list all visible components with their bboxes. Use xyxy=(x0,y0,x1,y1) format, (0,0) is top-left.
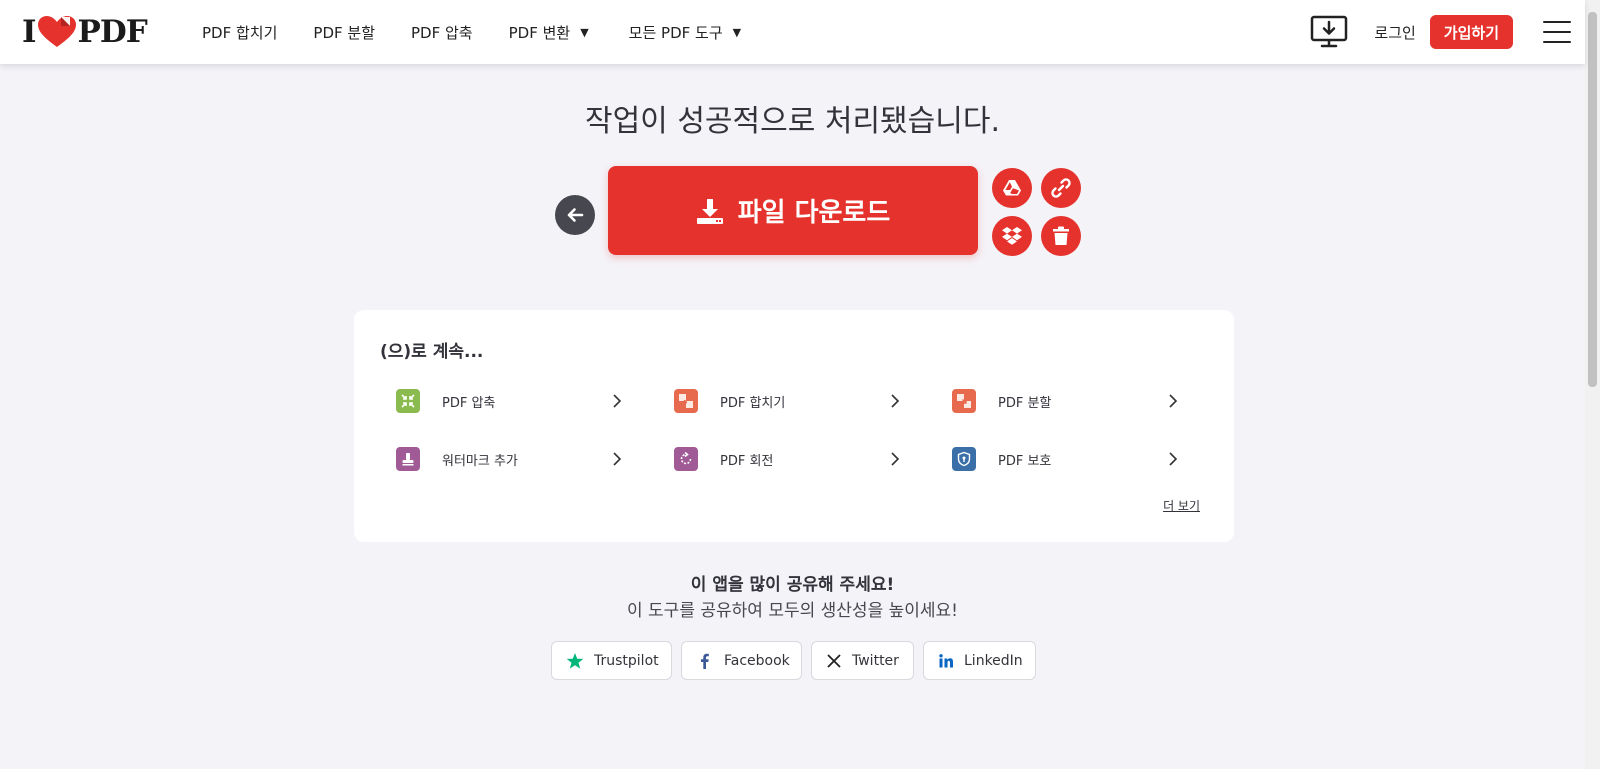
signup-button[interactable]: 가입하기 xyxy=(1429,15,1513,49)
facebook-button[interactable]: Facebook xyxy=(681,641,802,680)
chevron-right-icon xyxy=(1169,394,1178,408)
nav-all-tools[interactable]: 모든 PDF 도구 ▼ xyxy=(629,22,741,43)
chevron-right-icon xyxy=(613,452,622,466)
compress-icon xyxy=(396,389,420,413)
google-drive-icon xyxy=(1003,180,1021,196)
tool-compress-pdf[interactable]: PDF 압축 xyxy=(380,383,628,419)
tool-rotate-pdf[interactable]: PDF 회전 xyxy=(658,441,906,477)
chevron-right-icon xyxy=(891,394,900,408)
nav-split-pdf[interactable]: PDF 분할 xyxy=(313,22,375,43)
see-more-link[interactable]: 더 보기 xyxy=(1163,497,1200,514)
shield-icon xyxy=(952,447,976,471)
tool-label: PDF 합치기 xyxy=(720,395,786,411)
chevron-right-icon xyxy=(891,452,900,466)
logo-text-pdf: PDF xyxy=(77,14,148,50)
dropbox-icon xyxy=(1002,227,1022,245)
logo-letter-i: I xyxy=(22,14,36,50)
download-file-button[interactable]: 파일 다운로드 xyxy=(608,166,978,255)
tool-label: PDF 회전 xyxy=(720,453,774,469)
split-icon xyxy=(952,389,976,413)
social-label: Trustpilot xyxy=(594,652,659,669)
merge-icon xyxy=(674,389,698,413)
caret-down-icon: ▼ xyxy=(732,25,742,39)
back-button[interactable] xyxy=(555,195,595,235)
tool-protect-pdf[interactable]: PDF 보호 xyxy=(936,441,1184,477)
nav-compress-pdf[interactable]: PDF 압축 xyxy=(411,22,473,43)
top-header: I PDF PDF 합치기 PDF 분할 PDF 압축 PDF 변환 ▼ 모든 P… xyxy=(0,0,1585,64)
social-label: Facebook xyxy=(724,652,790,669)
linkedin-icon xyxy=(939,653,953,667)
tool-split-pdf[interactable]: PDF 분할 xyxy=(936,383,1184,419)
tool-merge-pdf[interactable]: PDF 합치기 xyxy=(658,383,906,419)
twitter-button[interactable]: Twitter xyxy=(811,641,914,680)
nav-label: PDF 분할 xyxy=(313,23,375,42)
page-scrollbar[interactable] xyxy=(1585,0,1600,769)
desktop-download-icon[interactable] xyxy=(1310,15,1348,49)
trustpilot-button[interactable]: Trustpilot xyxy=(551,641,672,680)
heart-icon xyxy=(37,16,76,47)
caret-down-icon: ▼ xyxy=(580,25,589,39)
dropbox-button[interactable] xyxy=(992,216,1032,256)
continue-title: (으)로 계속... xyxy=(380,342,484,362)
page-title: 작업이 성공적으로 처리됐습니다. xyxy=(584,104,1000,139)
facebook-icon xyxy=(701,653,709,669)
menu-line xyxy=(1543,21,1571,23)
download-icon xyxy=(696,198,723,224)
chevron-right-icon xyxy=(1169,452,1178,466)
login-link[interactable]: 로그인 xyxy=(1374,22,1415,43)
google-drive-button[interactable] xyxy=(992,168,1032,208)
nav-label: PDF 합치기 xyxy=(202,23,278,42)
tool-add-watermark[interactable]: 워터마크 추가 xyxy=(380,441,628,477)
trash-icon xyxy=(1053,226,1069,245)
main-nav: PDF 합치기 PDF 분할 PDF 압축 PDF 변환 ▼ 모든 PDF 도구 ▼ xyxy=(202,0,777,64)
download-label: 파일 다운로드 xyxy=(737,198,891,228)
tool-label: 워터마크 추가 xyxy=(442,453,518,469)
tool-label: PDF 보호 xyxy=(998,453,1052,469)
hamburger-menu-icon[interactable] xyxy=(1543,21,1571,43)
social-label: Twitter xyxy=(852,652,899,669)
menu-line xyxy=(1543,41,1571,43)
nav-merge-pdf[interactable]: PDF 합치기 xyxy=(202,22,277,43)
nav-label: PDF 변환 xyxy=(508,23,571,42)
nav-convert-pdf[interactable]: PDF 변환 ▼ xyxy=(509,22,589,43)
watermark-icon xyxy=(396,447,420,471)
rotate-icon xyxy=(674,447,698,471)
trustpilot-star-icon xyxy=(566,652,584,669)
tool-label: PDF 압축 xyxy=(442,395,496,411)
scrollbar-thumb[interactable] xyxy=(1588,12,1597,387)
header-actions: 로그인 가입하기 xyxy=(1310,0,1571,64)
tool-label: PDF 분할 xyxy=(998,395,1052,411)
menu-line xyxy=(1543,31,1571,33)
social-label: LinkedIn xyxy=(964,652,1023,669)
ilovepdf-logo[interactable]: I PDF xyxy=(22,14,148,50)
copy-link-button[interactable] xyxy=(1041,168,1081,208)
arrow-left-icon xyxy=(567,208,584,222)
share-title: 이 앱을 많이 공유해 주세요! xyxy=(690,575,895,595)
linkedin-button[interactable]: LinkedIn xyxy=(923,641,1036,680)
delete-button[interactable] xyxy=(1041,216,1081,256)
continue-card: (으)로 계속... PDF 압축 PDF 합치기 PDF 분할 워터마크 추가… xyxy=(354,310,1234,542)
x-twitter-icon xyxy=(827,653,841,668)
nav-label: PDF 압축 xyxy=(411,23,473,42)
chevron-right-icon xyxy=(613,394,622,408)
nav-label: 모든 PDF 도구 xyxy=(628,23,723,42)
share-subtitle: 이 도구를 공유하여 모두의 생산성을 높이세요! xyxy=(627,601,958,621)
link-icon xyxy=(1051,178,1071,198)
